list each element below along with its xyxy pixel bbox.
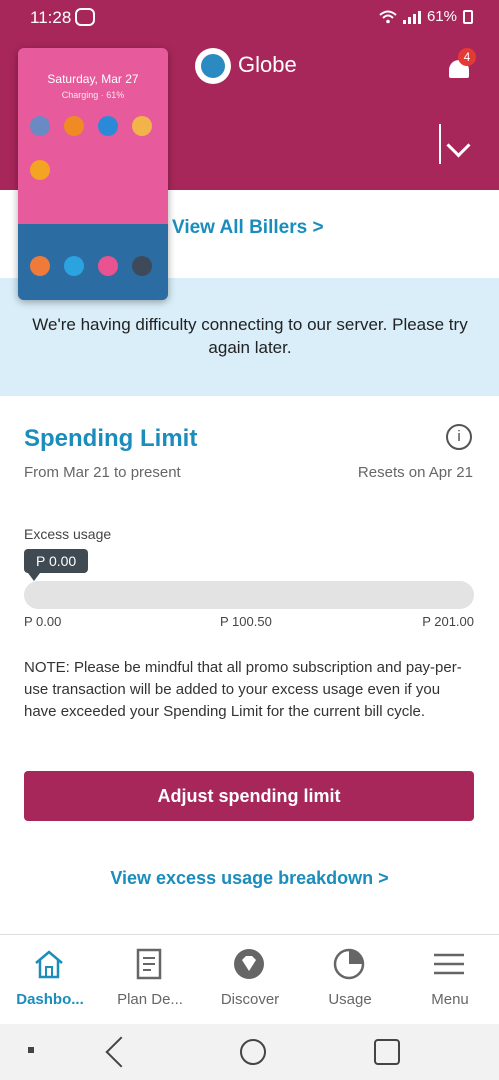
scale-min: P 0.00 [24,614,62,629]
overlay-app-icon [98,116,118,136]
nav-menu[interactable]: Menu [400,935,499,1025]
billing-period: From Mar 21 to present [24,464,181,481]
nav-discover-label: Discover [220,991,280,1008]
globe-logo-icon [195,48,231,84]
overlay-app-icon [30,116,50,136]
screenshot-preview-overlay[interactable]: Saturday, Mar 27 Charging · 61% [18,48,168,300]
reset-date: Resets on Apr 21 [357,464,473,481]
home-button-icon[interactable] [240,1039,266,1065]
document-icon [136,948,162,980]
recent-apps-icon[interactable] [374,1039,400,1065]
battery-icon [463,9,473,24]
diamond-icon [234,949,264,979]
pie-chart-icon [333,948,365,980]
header-divider [439,124,441,164]
notification-count-badge: 4 [458,48,476,66]
overlay-app-icon [30,160,50,180]
overlay-app-icon [132,116,152,136]
overlay-app-icon [132,256,152,276]
spending-progress-bar [24,581,474,609]
view-all-billers-link[interactable]: View All Billers > [172,217,324,239]
overlay-app-icon [64,116,84,136]
bottom-navigation: Dashbo... Plan De... Discover Usage Menu [0,934,499,1025]
home-icon [35,950,63,979]
battery-percent: 61% [426,8,457,25]
status-bar: 11:28 61% [0,0,499,36]
scale-max: P 201.00 [422,614,474,629]
nav-plan-details[interactable]: Plan De... [100,935,200,1025]
nav-plan-details-label: Plan De... [117,991,183,1008]
nav-menu-label: Menu [431,991,469,1008]
hamburger-icon [434,953,464,975]
signal-icon [402,10,421,24]
view-excess-usage-breakdown-link[interactable]: View excess usage breakdown > [0,868,499,889]
app-notification-icon [75,8,95,26]
info-icon[interactable]: i [446,424,472,450]
scale-mid: P 100.50 [220,614,272,629]
brand-name: Globe [238,52,297,77]
nav-dashboard-label: Dashbo... [16,991,84,1008]
overlay-app-icon [30,256,50,276]
excess-usage-label: Excess usage [24,526,112,542]
overlay-app-icon [98,256,118,276]
nav-usage-label: Usage [328,991,372,1008]
overlay-charging: Charging · 61% [61,90,125,100]
system-menu-icon[interactable] [28,1047,34,1053]
nav-discover[interactable]: Discover [200,935,300,1025]
nav-dashboard[interactable]: Dashbo... [0,935,100,1025]
excess-usage-value: P 0.00 [24,549,89,581]
nav-usage[interactable]: Usage [300,935,400,1025]
overlay-app-icon [64,256,84,276]
status-indicators: 61% [379,8,473,25]
overlay-date: Saturday, Mar 27 [47,72,139,86]
spending-note: NOTE: Please be mindful that all promo s… [24,659,462,720]
wifi-icon [379,10,397,23]
status-time: 11:28 [30,8,72,27]
spending-limit-title: Spending Limit [24,425,198,452]
adjust-spending-limit-button[interactable]: Adjust spending limit [24,771,474,821]
error-message: We're having difficulty connecting to ou… [32,315,468,357]
